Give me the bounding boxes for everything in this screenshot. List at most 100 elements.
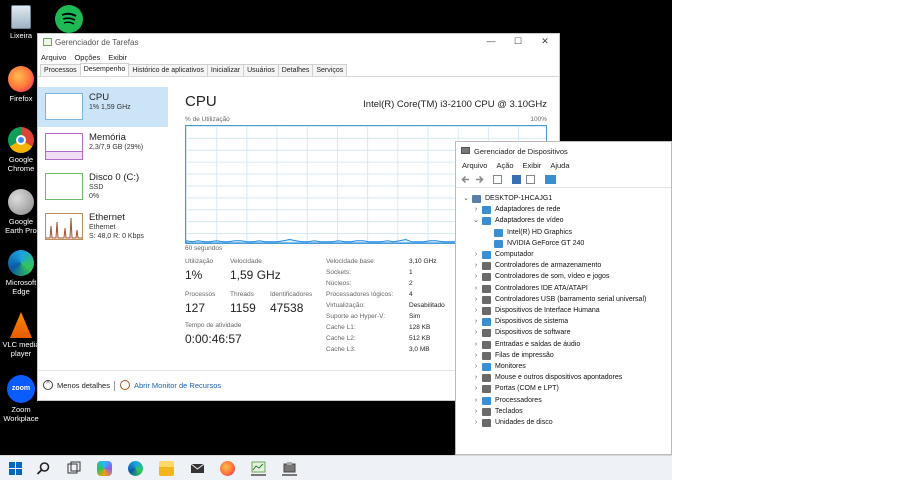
menu-arquivo[interactable]: Arquivo — [41, 53, 66, 62]
chevron-right-icon[interactable]: › — [472, 250, 480, 260]
tab-historico[interactable]: Histórico de aplicativos — [128, 64, 208, 76]
resource-monitor-icon — [120, 380, 130, 390]
device-manager-titlebar[interactable]: Gerenciador de Dispositivos — [456, 142, 671, 159]
detail-key: Núcleos: — [326, 280, 352, 287]
copilot-icon[interactable] — [97, 461, 112, 476]
back-arrow-icon[interactable] — [461, 175, 470, 184]
desktop-icon-label: Zoom Workplace — [3, 405, 39, 423]
menu-arquivo[interactable]: Arquivo — [462, 161, 487, 170]
task-view-icon[interactable] — [66, 461, 81, 476]
menu-exibir[interactable]: Exibir — [108, 53, 127, 62]
sidebar-item-ethernet[interactable]: Ethernet Ethernet S: 48,0 R: 0 Kbps — [38, 207, 168, 247]
tab-bar: Processos Desempenho Histórico de aplica… — [38, 63, 559, 77]
device-icon — [482, 329, 491, 338]
search-icon[interactable] — [36, 461, 51, 476]
zoom-logo-text: zoom — [11, 385, 31, 392]
device-manager-window: Gerenciador de Dispositivos Arquivo Ação… — [455, 141, 672, 455]
window-title: Gerenciador de Dispositivos — [474, 147, 568, 156]
firefox-icon[interactable] — [220, 461, 235, 476]
tab-usuarios[interactable]: Usuários — [243, 64, 279, 76]
task-manager-icon — [43, 38, 52, 46]
chevron-right-icon[interactable]: › — [472, 306, 480, 316]
menu-ajuda[interactable]: Ajuda — [550, 161, 569, 170]
recycle-bin-icon — [11, 5, 31, 29]
desktop-icon-label: Firefox — [9, 94, 33, 103]
device-icon — [482, 273, 491, 282]
close-button[interactable]: ✕ — [538, 36, 552, 47]
memory-thumbnail-graph — [45, 133, 83, 160]
fewer-details-link[interactable]: Menos detalhes — [57, 381, 110, 390]
minimize-button[interactable]: — — [484, 36, 498, 46]
chevron-right-icon[interactable]: › — [472, 205, 480, 215]
detail-key: Cache L3: — [326, 346, 356, 353]
task-manager-titlebar[interactable]: Gerenciador de Tarefas — ☐ ✕ — [38, 34, 559, 51]
desktop-icon-firefox[interactable]: Firefox — [2, 66, 40, 103]
update-driver-icon[interactable] — [526, 175, 535, 184]
menu-exibir[interactable]: Exibir — [523, 161, 542, 170]
resource-monitor-link[interactable]: Abrir Monitor de Recursos — [134, 381, 221, 390]
chevron-right-icon[interactable]: › — [472, 373, 480, 383]
file-explorer-icon[interactable] — [159, 461, 174, 476]
chevron-right-icon[interactable]: › — [472, 295, 480, 305]
device-icon — [472, 195, 481, 203]
device-icon — [482, 307, 491, 315]
device-icon — [482, 206, 491, 215]
menu-opcoes[interactable]: Opções — [74, 53, 100, 62]
chevron-up-icon[interactable]: ^ — [43, 380, 53, 390]
device-label: Processadores — [495, 396, 542, 404]
desktop-icon-vlc[interactable]: VLC media player — [2, 312, 40, 358]
chevron-right-icon[interactable]: › — [472, 317, 480, 327]
vlc-icon — [10, 312, 32, 338]
window-title: Gerenciador de Tarefas — [55, 38, 139, 47]
tab-desempenho[interactable]: Desempenho — [79, 63, 130, 76]
chrome-icon — [8, 127, 34, 153]
zoom-icon: zoom — [7, 375, 35, 403]
menu-acao[interactable]: Ação — [496, 161, 513, 170]
desktop-icon-edge[interactable]: Microsoft Edge — [2, 250, 40, 296]
chevron-right-icon[interactable]: › — [472, 351, 480, 361]
chevron-down-icon[interactable]: ⌄ — [472, 216, 480, 226]
spotify-icon[interactable] — [55, 5, 83, 33]
chevron-right-icon[interactable]: › — [472, 384, 480, 394]
detail-value: 4 — [409, 291, 413, 298]
sidebar-item-disk[interactable]: Disco 0 (C:) SSD 0% — [38, 167, 168, 207]
chevron-right-icon[interactable]: › — [472, 362, 480, 372]
chevron-right-icon[interactable]: › — [472, 272, 480, 282]
chevron-right-icon[interactable]: › — [472, 396, 480, 406]
chevron-right-icon[interactable]: › — [472, 418, 480, 428]
tab-processos[interactable]: Processos — [40, 64, 81, 76]
sidebar-item-name: Ethernet — [89, 212, 125, 223]
ethernet-thumbnail-graph — [45, 213, 83, 240]
desktop-icon-google-earth[interactable]: Google Earth Pro — [2, 189, 40, 235]
chevron-right-icon[interactable]: › — [472, 340, 480, 350]
scan-hardware-icon[interactable] — [545, 175, 556, 184]
properties-icon[interactable] — [493, 175, 502, 184]
sidebar-item-cpu[interactable]: CPU 1% 1,59 GHz — [38, 87, 168, 127]
windows-start-icon[interactable] — [8, 461, 23, 476]
tab-detalhes[interactable]: Detalhes — [277, 64, 314, 76]
device-icon — [482, 262, 491, 271]
desktop-icon-zoom[interactable]: zoom Zoom Workplace — [2, 375, 40, 423]
edge-icon[interactable] — [128, 461, 143, 476]
help-icon[interactable] — [512, 175, 521, 184]
toolbar — [456, 172, 671, 188]
chevron-right-icon[interactable]: › — [472, 407, 480, 417]
chevron-down-icon[interactable]: ⌄ — [462, 194, 470, 204]
sidebar-item-memory[interactable]: Memória 2,3/7,9 GB (29%) — [38, 127, 168, 167]
detail-key: Suporte ao Hyper-V: — [326, 313, 386, 320]
desktop-icon-chrome[interactable]: Google Chrome — [2, 127, 40, 173]
tab-inicializar[interactable]: Inicializar — [206, 64, 245, 76]
desktop-icon-recycle-bin[interactable]: Lixeira — [2, 5, 40, 40]
chevron-right-icon[interactable]: › — [472, 328, 480, 338]
chevron-right-icon[interactable]: › — [472, 261, 480, 271]
device-label: Entradas e saídas de áudio — [495, 340, 581, 348]
mail-icon[interactable] — [190, 461, 205, 476]
taskbar — [0, 455, 672, 480]
maximize-button[interactable]: ☐ — [511, 36, 525, 47]
desktop-icon-label: Google Chrome — [7, 155, 35, 173]
device-manager-icon[interactable] — [282, 461, 297, 476]
forward-arrow-icon[interactable] — [475, 175, 484, 184]
chevron-right-icon[interactable]: › — [472, 284, 480, 294]
tab-servicos[interactable]: Serviços — [312, 64, 348, 76]
task-manager-icon[interactable] — [251, 461, 266, 476]
